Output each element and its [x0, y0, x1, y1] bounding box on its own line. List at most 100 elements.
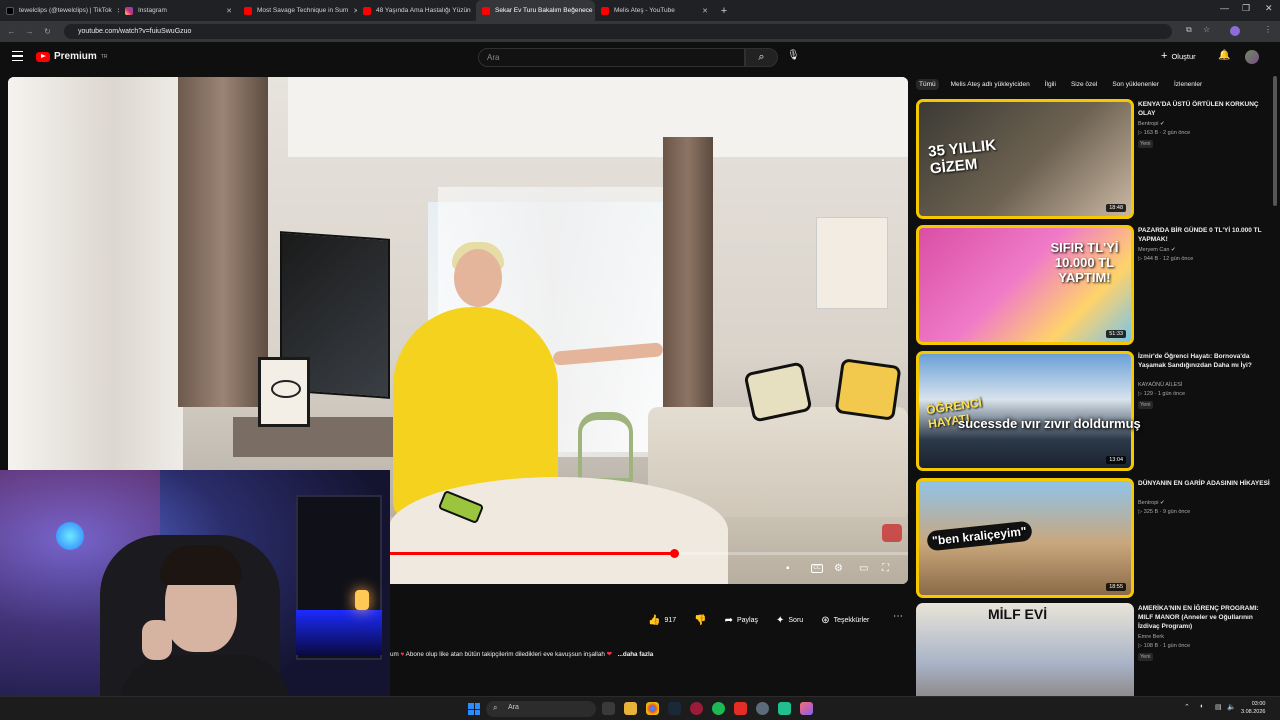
youtube-app-icon[interactable] — [734, 702, 747, 715]
sidebar-scrollbar[interactable] — [1273, 76, 1277, 206]
video-frame-side-table — [578, 412, 633, 482]
chip-all[interactable]: Tümü — [916, 79, 939, 90]
channel-name[interactable]: Bentropi ✔ — [1138, 500, 1165, 506]
notifications-bell-icon[interactable]: 🔔 — [1218, 50, 1230, 61]
channel-watermark[interactable] — [882, 524, 902, 542]
hamburger-menu-icon[interactable] — [12, 51, 23, 61]
spotify-icon[interactable] — [712, 702, 725, 715]
browser-tab-youtube-channel[interactable]: Melis Ateş - YouTube ✕ — [595, 0, 714, 21]
close-window-icon[interactable]: ✕ — [1265, 3, 1273, 14]
minimize-icon[interactable]: — — [1220, 3, 1229, 13]
reload-icon[interactable]: ↻ — [41, 27, 54, 36]
fullscreen-icon[interactable]: ⛶ — [882, 563, 889, 574]
browser-menu-icon[interactable]: ⋮ — [1264, 25, 1272, 34]
bookmark-star-icon[interactable]: ☆ — [1203, 25, 1210, 34]
thanks-button[interactable]: ⊛ Teşekkürler — [821, 615, 869, 626]
restore-icon[interactable]: ❐ — [1242, 3, 1250, 14]
network-icon[interactable]: ▤ — [1215, 703, 1222, 711]
search-button[interactable]: ⌕ — [745, 48, 778, 67]
video-title[interactable]: AMERİKA'NIN EN İĞRENÇ PROGRAMI: MILF MAN… — [1138, 604, 1270, 631]
back-icon[interactable]: ← — [5, 27, 18, 36]
more-actions-icon[interactable]: ⋯ — [893, 611, 903, 622]
recommendation-item[interactable]: MİLF EVİ AMERİKA'NIN EN İĞRENÇ PROGRAMI:… — [916, 603, 1276, 696]
autoplay-toggle-icon[interactable]: ▪ — [786, 563, 790, 574]
chip-recent[interactable]: Son yüklenenler — [1109, 79, 1162, 90]
browser-toolbar: ← → ↻ youtube.com/watch?v=fuiuSwuGzuo ⧉ … — [0, 21, 1280, 42]
chrome-icon[interactable] — [646, 702, 659, 715]
channel-name[interactable]: Emre Berk — [1138, 634, 1164, 640]
address-bar[interactable]: youtube.com/watch?v=fuiuSwuGzuo — [64, 24, 1172, 39]
show-more-link[interactable]: ...daha fazla — [618, 651, 654, 658]
miniplayer-icon[interactable]: ▭ — [859, 563, 868, 574]
browser-tab-instagram[interactable]: Instagram ✕ — [119, 0, 238, 21]
settings-app-icon[interactable] — [756, 702, 769, 715]
settings-gear-icon[interactable]: ⚙ — [834, 563, 843, 574]
new-tab-button[interactable]: + — [714, 5, 734, 17]
search-input[interactable]: Ara — [478, 48, 745, 67]
channel-name[interactable]: Bentropi ✔ — [1138, 121, 1165, 127]
video-meta: ▷ 129 · 1 gün önce — [1138, 391, 1186, 397]
tray-app-icon[interactable]: ◐ — [1200, 703, 1204, 710]
dislike-button[interactable]: 👎 — [694, 615, 706, 626]
video-thumbnail[interactable]: SIFIR TL'Yİ 10.000 TL YAPTIM! 51:33 — [916, 225, 1134, 345]
tray-chevron-icon[interactable]: ⌃ — [1184, 703, 1190, 711]
profile-icon[interactable] — [1230, 26, 1240, 36]
steam-icon[interactable] — [668, 702, 681, 715]
thumbnail-text: "ben kraliçeyim" — [926, 520, 1033, 552]
opera-icon[interactable] — [690, 702, 703, 715]
cast-icon[interactable]: ⧉ — [1186, 25, 1192, 35]
youtube-logo[interactable]: Premium TR — [36, 51, 107, 62]
task-view-icon[interactable] — [602, 702, 615, 715]
chip-uploader[interactable]: Melis Ateş adlı yükleyiciden — [948, 79, 1033, 90]
share-button[interactable]: ➦ Paylaş — [725, 615, 758, 626]
microphone-icon[interactable]: 🎙 — [787, 50, 800, 61]
video-thumbnail[interactable]: ÖĞRENCİ HAYATI 13:04 — [916, 351, 1134, 471]
forward-icon[interactable]: → — [23, 27, 36, 36]
volume-icon[interactable]: 🔈 — [1227, 703, 1236, 711]
browser-tab-tiktok[interactable]: tewelclips (@tewelclips) | TikTok✕ — [0, 0, 119, 21]
clock-date: 3.08.2026 — [1241, 709, 1266, 715]
ask-button[interactable]: ✦ Soru — [776, 615, 803, 626]
tab-label: Instagram — [138, 7, 167, 14]
video-frame-pillow — [834, 358, 902, 421]
file-explorer-icon[interactable] — [624, 702, 637, 715]
instagram-icon — [125, 6, 133, 15]
youtube-icon — [363, 6, 371, 15]
video-title[interactable]: İzmir'de Öğrenci Hayatı: Bornova'da Yaşa… — [1138, 352, 1270, 370]
recommendation-item[interactable]: ÖĞRENCİ HAYATI 13:04 İzmir'de Öğrenci Ha… — [916, 351, 1276, 471]
recommendation-item[interactable]: "ben kraliçeyim" 18:55 DÜNYANIN EN GARİP… — [916, 478, 1276, 598]
app-icon[interactable] — [778, 702, 791, 715]
video-title[interactable]: KENYA'DA ÜSTÜ ÖRTÜLEN KORKUNÇ OLAY — [1138, 100, 1270, 118]
video-title[interactable]: PAZARDA BİR GÜNDE 0 TL'Yİ 10.000 TL YAPM… — [1138, 226, 1270, 244]
channel-name[interactable]: KAYAÖNÜ AİLESİ — [1138, 382, 1182, 388]
channel-name[interactable]: Meryem Can ✔ — [1138, 247, 1176, 253]
app-icon[interactable] — [800, 702, 813, 715]
like-button[interactable]: 👍 917 — [648, 615, 676, 626]
taskbar-search[interactable]: ⌕ Ara — [486, 701, 596, 717]
create-button[interactable]: + Oluştur — [1161, 50, 1196, 62]
progress-scrubber[interactable] — [670, 549, 679, 558]
recommendation-item[interactable]: 35 YILLIK GİZEM 18:48 KENYA'DA ÜSTÜ ÖRTÜ… — [916, 99, 1276, 219]
video-meta: ▷ 108 B · 1 gün önce — [1138, 643, 1191, 649]
video-thumbnail[interactable]: MİLF EVİ — [916, 603, 1134, 696]
chip-watched[interactable]: İzlenenler — [1171, 79, 1205, 90]
video-progress-bar[interactable] — [388, 549, 908, 558]
heart-emoji-icon: ❤ — [606, 651, 612, 658]
close-tab-icon[interactable]: ✕ — [702, 7, 708, 15]
account-avatar[interactable] — [1245, 50, 1259, 64]
recommendation-item[interactable]: SIFIR TL'Yİ 10.000 TL YAPTIM! 51:33 PAZA… — [916, 225, 1276, 345]
browser-tab-youtube-1[interactable]: Most Savage Technique in Sum ✕ — [238, 0, 357, 21]
browser-tab-active[interactable]: Sekar Ev Turu Bakalım Beğenece✕ — [476, 0, 595, 21]
chip-related[interactable]: İlgili — [1042, 79, 1059, 90]
chip-for-you[interactable]: Size özel — [1068, 79, 1100, 90]
video-thumbnail[interactable]: "ben kraliçeyim" 18:55 — [916, 478, 1134, 598]
taskbar-clock[interactable]: 03:00 3.08.2026 — [1241, 700, 1265, 716]
stream-caption-overlay: sucessde ıvır zıvır doldurmuş — [958, 416, 1141, 431]
subtitles-icon[interactable]: CC — [811, 564, 823, 573]
video-description[interactable]: um ♥ Abone olup like atan bütün takipçil… — [390, 651, 653, 658]
close-tab-icon[interactable]: ✕ — [226, 7, 232, 15]
video-title[interactable]: DÜNYANIN EN GARİP ADASININ HİKAYESİ — [1138, 479, 1270, 488]
windows-start-icon[interactable] — [468, 703, 480, 715]
browser-tab-youtube-2[interactable]: 48 Yaşında Ama Hastalığı Yüzün✕ — [357, 0, 476, 21]
video-thumbnail[interactable]: 35 YILLIK GİZEM 18:48 — [916, 99, 1134, 219]
